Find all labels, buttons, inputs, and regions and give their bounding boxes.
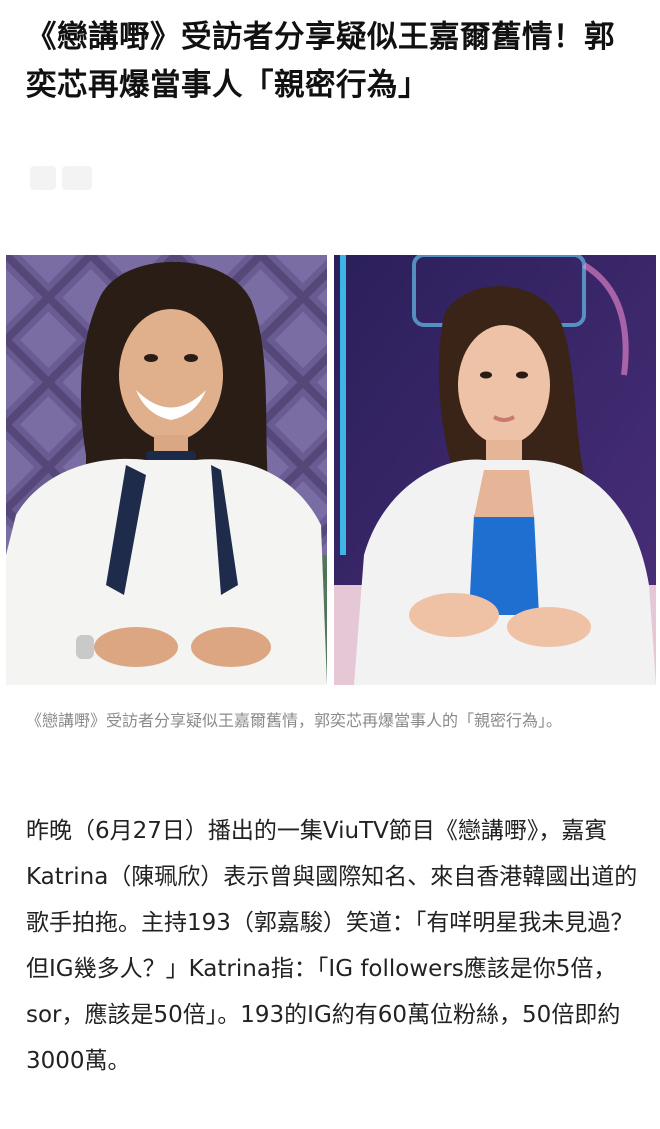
photo-host-kwok [334,255,656,685]
article-body: 昨晚（6月27日）播出的一集ViuTV節目《戀講嘢》，嘉賓Katrina（陳珮欣… [26,818,638,1074]
photo-left-image [6,255,327,685]
photo-guest-katrina [6,255,327,685]
article-headline: 《戀講嘢》受訪者分享疑似王嘉爾舊情！郭奕芯再爆當事人「親密行為」 [26,20,615,103]
photo-caption: 《戀講嘢》受訪者分享疑似王嘉爾舊情，郭奕芯再爆當事人的「親密行為」。 [26,711,563,730]
faint-watermark [30,166,92,190]
photo-pair [6,255,656,685]
photo-right-image [334,255,656,685]
